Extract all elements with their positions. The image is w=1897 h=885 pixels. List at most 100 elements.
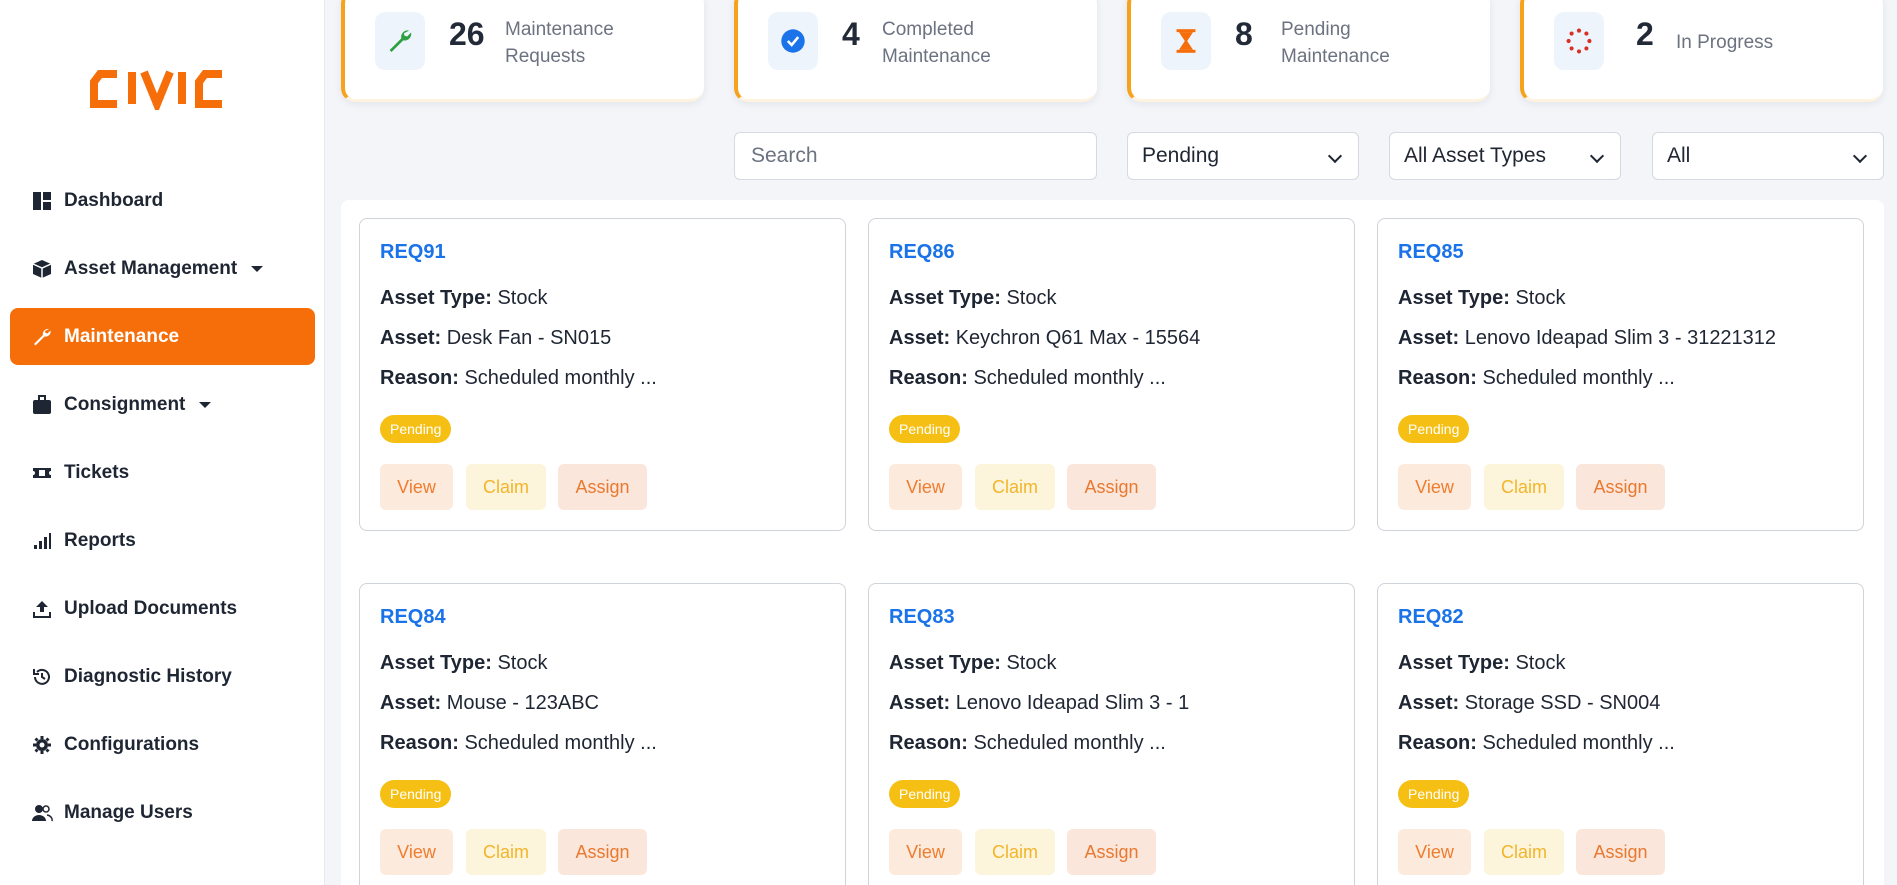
request-id-link[interactable]: REQ83 bbox=[889, 606, 955, 629]
asset-type-row: Asset Type: Stock bbox=[889, 652, 1057, 674]
status-badge: Pending bbox=[380, 415, 452, 443]
assign-button[interactable]: Assign bbox=[1067, 464, 1156, 510]
view-button[interactable]: View bbox=[380, 829, 453, 875]
stat-card-in-progress[interactable]: 2 In Progress bbox=[1520, 0, 1883, 102]
sidebar-item-label: Configurations bbox=[64, 733, 200, 755]
claim-button[interactable]: Claim bbox=[1484, 464, 1564, 510]
stat-value: 4 bbox=[842, 16, 860, 52]
status-filter-select[interactable]: Pending bbox=[1127, 132, 1359, 180]
asset-type-row: Asset Type: Stock bbox=[1398, 287, 1566, 309]
status-badge: Pending bbox=[889, 415, 961, 443]
sidebar-item-label: Dashboard bbox=[64, 189, 164, 211]
asset-row: Asset: Lenovo Ideapad Slim 3 - 31221312 bbox=[1398, 327, 1777, 349]
sidebar-item-upload-documents[interactable]: Upload Documents bbox=[10, 580, 315, 637]
chevron-down-icon[interactable] bbox=[251, 265, 264, 272]
dashboard-icon bbox=[30, 189, 54, 213]
sidebar-item-tickets[interactable]: Tickets bbox=[10, 444, 315, 501]
scope-filter-select[interactable]: All bbox=[1652, 132, 1884, 180]
reason-row: Reason: Scheduled monthly ... bbox=[1398, 367, 1675, 389]
reason-row: Reason: Scheduled monthly ... bbox=[380, 367, 657, 389]
view-button[interactable]: View bbox=[1398, 829, 1471, 875]
reason-row: Reason: Scheduled monthly ... bbox=[380, 732, 657, 754]
sidebar-item-configurations[interactable]: Configurations bbox=[10, 716, 315, 773]
asset-type-filter-select[interactable]: All Asset Types bbox=[1389, 132, 1621, 180]
hourglass-icon bbox=[1161, 12, 1211, 70]
asset-row: Asset: Mouse - 123ABC bbox=[380, 692, 599, 714]
asset-row: Asset: Lenovo Ideapad Slim 3 - 1 bbox=[889, 692, 1190, 714]
sidebar-item-label: Consignment bbox=[64, 393, 186, 415]
chevron-down-icon[interactable] bbox=[199, 401, 212, 408]
scope-filter-value: All bbox=[1667, 144, 1691, 167]
sidebar-item-label: Tickets bbox=[64, 461, 130, 483]
request-card: REQ82 Asset Type: Stock Asset: Storage S… bbox=[1377, 583, 1864, 885]
asset-row: Asset: Storage SSD - SN004 bbox=[1398, 692, 1661, 714]
stat-label: Maintenance Requests bbox=[505, 19, 614, 67]
claim-button[interactable]: Claim bbox=[466, 829, 546, 875]
chevron-down-icon bbox=[1589, 148, 1605, 164]
sidebar-item-asset-management[interactable]: Asset Management bbox=[10, 240, 315, 297]
sidebar-item-label: Maintenance bbox=[64, 325, 180, 347]
asset-type-row: Asset Type: Stock bbox=[380, 652, 548, 674]
status-badge: Pending bbox=[1398, 780, 1470, 808]
request-id-link[interactable]: REQ91 bbox=[380, 241, 446, 264]
upload-icon bbox=[30, 597, 54, 621]
sidebar-item-manage-users[interactable]: Manage Users bbox=[10, 784, 315, 841]
request-id-link[interactable]: REQ86 bbox=[889, 241, 955, 264]
asset-row: Asset: Desk Fan - SN015 bbox=[380, 327, 612, 349]
claim-button[interactable]: Claim bbox=[975, 464, 1055, 510]
check-circle-icon bbox=[768, 12, 818, 70]
claim-button[interactable]: Claim bbox=[1484, 829, 1564, 875]
sidebar-item-consignment[interactable]: Consignment bbox=[10, 376, 315, 433]
sidebar-item-dashboard[interactable]: Dashboard bbox=[10, 172, 315, 229]
reason-row: Reason: Scheduled monthly ... bbox=[1398, 732, 1675, 754]
reason-row: Reason: Scheduled monthly ... bbox=[889, 367, 1166, 389]
view-button[interactable]: View bbox=[380, 464, 453, 510]
request-card: REQ86 Asset Type: Stock Asset: Keychron … bbox=[868, 218, 1355, 531]
history-icon bbox=[30, 665, 54, 689]
asset-type-row: Asset Type: Stock bbox=[380, 287, 548, 309]
stat-card-maintenance-requests[interactable]: 26 Maintenance Requests bbox=[341, 0, 704, 102]
assign-button[interactable]: Assign bbox=[1067, 829, 1156, 875]
view-button[interactable]: View bbox=[889, 829, 962, 875]
request-card: REQ84 Asset Type: Stock Asset: Mouse - 1… bbox=[359, 583, 846, 885]
search-input[interactable] bbox=[734, 132, 1097, 180]
view-button[interactable]: View bbox=[1398, 464, 1471, 510]
status-filter-value: Pending bbox=[1142, 144, 1220, 167]
request-id-link[interactable]: REQ84 bbox=[380, 606, 446, 629]
box-icon bbox=[30, 257, 54, 281]
claim-button[interactable]: Claim bbox=[466, 464, 546, 510]
bar-chart-icon bbox=[30, 529, 54, 553]
sidebar-item-label: Upload Documents bbox=[64, 597, 238, 619]
request-cards-panel: REQ91 Asset Type: Stock Asset: Desk Fan … bbox=[341, 200, 1884, 885]
chevron-down-icon bbox=[1327, 148, 1343, 164]
civic-logo[interactable] bbox=[90, 68, 234, 110]
sidebar-item-label: Asset Management bbox=[64, 257, 238, 279]
ticket-icon bbox=[30, 461, 54, 485]
assign-button[interactable]: Assign bbox=[558, 464, 647, 510]
status-badge: Pending bbox=[1398, 415, 1470, 443]
assign-button[interactable]: Assign bbox=[558, 829, 647, 875]
chevron-down-icon bbox=[1852, 148, 1868, 164]
sidebar-item-label: Diagnostic History bbox=[64, 665, 232, 687]
view-button[interactable]: View bbox=[889, 464, 962, 510]
assign-button[interactable]: Assign bbox=[1576, 464, 1665, 510]
gear-icon bbox=[30, 733, 54, 757]
request-id-link[interactable]: REQ85 bbox=[1398, 241, 1464, 264]
wrench-icon bbox=[30, 325, 54, 349]
stat-value: 8 bbox=[1235, 16, 1253, 52]
stat-label: Completed Maintenance bbox=[882, 19, 991, 67]
request-id-link[interactable]: REQ82 bbox=[1398, 606, 1464, 629]
request-card: REQ85 Asset Type: Stock Asset: Lenovo Id… bbox=[1377, 218, 1864, 531]
claim-button[interactable]: Claim bbox=[975, 829, 1055, 875]
stat-label: Pending Maintenance bbox=[1281, 19, 1390, 67]
sidebar-item-diagnostic-history[interactable]: Diagnostic History bbox=[10, 648, 315, 705]
stat-value: 26 bbox=[449, 16, 485, 52]
sidebar-item-label: Manage Users bbox=[64, 801, 193, 823]
assign-button[interactable]: Assign bbox=[1576, 829, 1665, 875]
stat-card-completed-maintenance[interactable]: 4 Completed Maintenance bbox=[734, 0, 1097, 102]
stat-card-pending-maintenance[interactable]: 8 Pending Maintenance bbox=[1127, 0, 1490, 102]
sidebar-item-reports[interactable]: Reports bbox=[10, 512, 315, 569]
sidebar-item-maintenance[interactable]: Maintenance bbox=[10, 308, 315, 365]
asset-type-filter-value: All Asset Types bbox=[1404, 144, 1547, 167]
reason-row: Reason: Scheduled monthly ... bbox=[889, 732, 1166, 754]
